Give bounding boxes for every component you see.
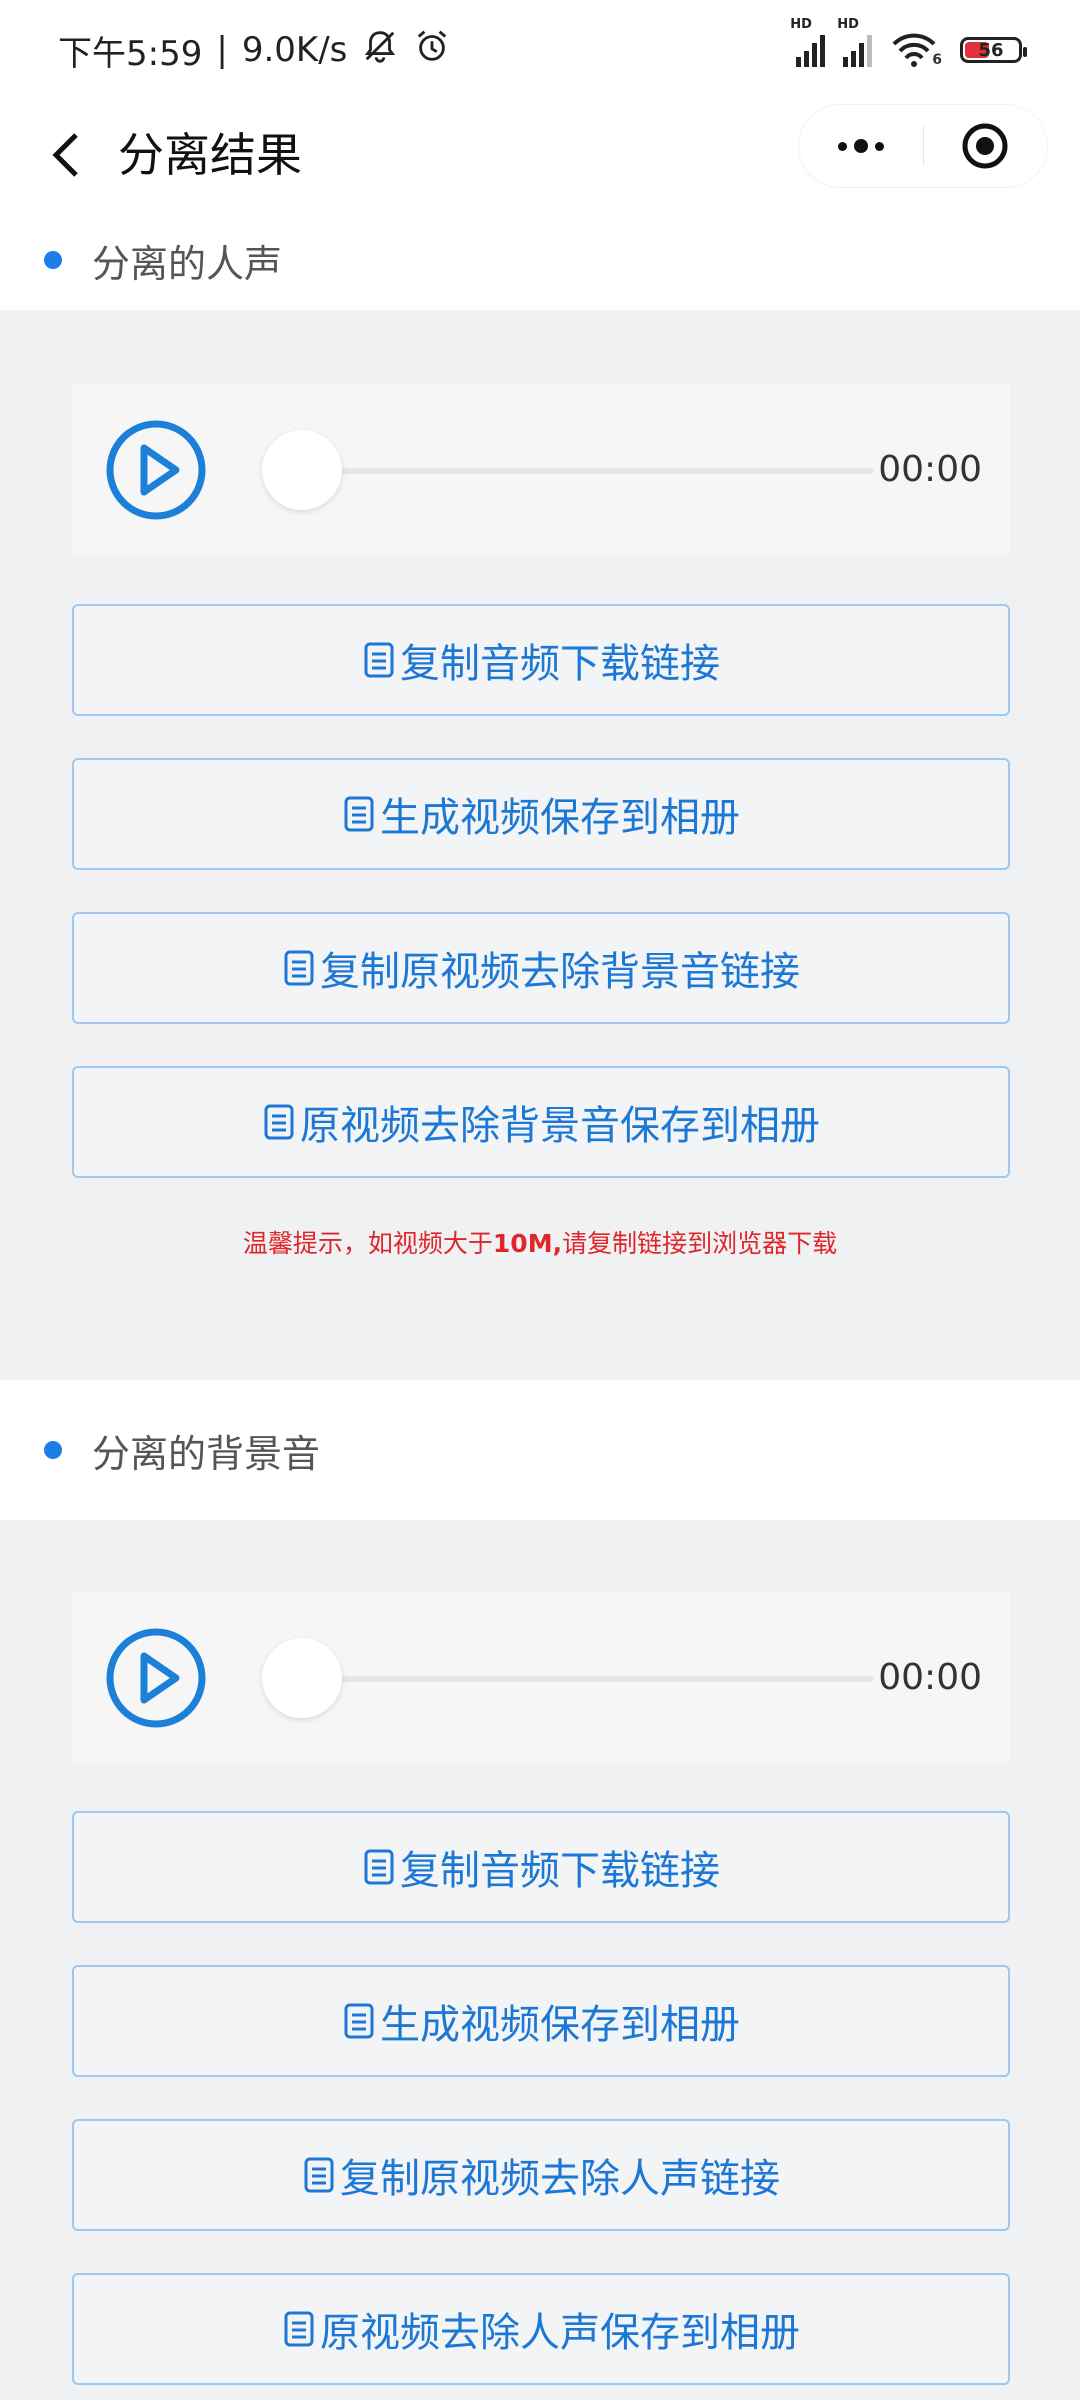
section-header-background: 分离的背景音 bbox=[0, 1380, 1080, 1520]
button-label: 原视频去除背景音保存到相册 bbox=[300, 1103, 820, 1149]
signal2-label: HD bbox=[837, 17, 859, 32]
document-icon bbox=[284, 950, 314, 986]
cellular-signal-icon: HD bbox=[790, 17, 826, 67]
page-title: 分离结果 bbox=[118, 128, 302, 182]
battery-icon: 56 bbox=[960, 37, 1027, 63]
document-icon bbox=[364, 642, 394, 678]
button-label: 生成视频保存到相册 bbox=[380, 2002, 740, 2048]
wifi-icon: 6 bbox=[890, 32, 942, 68]
cellular-signal-icon-2: HD bbox=[837, 17, 873, 67]
target-circle-icon bbox=[962, 123, 1008, 169]
alarm-clock-icon bbox=[413, 27, 451, 74]
status-time: 下午5:59 bbox=[58, 33, 203, 74]
player-time: 00:00 bbox=[878, 1657, 982, 1698]
wifi-label: 6 bbox=[932, 52, 942, 68]
play-circle-icon[interactable] bbox=[104, 418, 208, 522]
download-tip: 温馨提示，如视频大于10M,请复制链接到浏览器下载 bbox=[0, 1224, 1080, 1260]
button-label: 复制音频下载链接 bbox=[400, 641, 720, 687]
nav-bar: 分离结果 bbox=[0, 100, 1080, 210]
section-dot bbox=[44, 1441, 62, 1459]
mini-program-capsule bbox=[798, 104, 1048, 188]
status-left: 下午5:59 | 9.0K/s bbox=[58, 26, 451, 75]
chevron-left-icon bbox=[52, 133, 78, 177]
section-dot bbox=[44, 251, 62, 269]
tip-text-bold: 10M, bbox=[492, 1229, 563, 1258]
copy-no-bgm-link-button[interactable]: 复制原视频去除背景音链接 bbox=[72, 912, 1010, 1024]
button-label: 复制音频下载链接 bbox=[400, 1848, 720, 1894]
bell-muted-icon bbox=[361, 27, 399, 74]
document-icon bbox=[284, 2311, 314, 2347]
progress-track[interactable] bbox=[270, 468, 874, 474]
status-net-speed: 9.0K/s bbox=[241, 30, 348, 70]
audio-player-vocals: 00:00 bbox=[72, 384, 1010, 556]
save-no-bgm-video-button[interactable]: 原视频去除背景音保存到相册 bbox=[72, 1066, 1010, 1178]
status-right: HD HD 6 56 bbox=[790, 17, 1027, 68]
button-label: 生成视频保存到相册 bbox=[380, 795, 740, 841]
button-label: 复制原视频去除背景音链接 bbox=[320, 949, 800, 995]
section-title: 分离的背景音 bbox=[92, 1431, 321, 1476]
tip-text-after: 请复制链接到浏览器下载 bbox=[562, 1229, 838, 1258]
document-icon bbox=[264, 1104, 294, 1140]
status-separator: | bbox=[216, 30, 228, 70]
progress-knob[interactable] bbox=[262, 1638, 342, 1718]
progress-knob[interactable] bbox=[262, 430, 342, 510]
progress-track[interactable] bbox=[270, 1676, 874, 1682]
document-icon bbox=[344, 796, 374, 832]
back-button[interactable] bbox=[36, 120, 96, 190]
copy-audio-link-button-2[interactable]: 复制音频下载链接 bbox=[72, 1811, 1010, 1923]
tip-text-before: 温馨提示，如视频大于 bbox=[242, 1229, 493, 1258]
document-icon bbox=[304, 2157, 334, 2193]
save-video-button-2[interactable]: 生成视频保存到相册 bbox=[72, 1965, 1010, 2077]
button-label: 复制原视频去除人声链接 bbox=[340, 2156, 780, 2202]
page: 下午5:59 | 9.0K/s HD HD 6 56 分离结果 分离的人声 00… bbox=[0, 0, 1080, 2400]
section-title: 分离的人声 bbox=[92, 241, 283, 286]
document-icon bbox=[364, 1849, 394, 1885]
more-button[interactable] bbox=[799, 104, 923, 188]
copy-audio-link-button[interactable]: 复制音频下载链接 bbox=[72, 604, 1010, 716]
battery-level: 56 bbox=[978, 39, 1004, 61]
document-icon bbox=[344, 2003, 374, 2039]
close-button[interactable] bbox=[923, 104, 1047, 188]
more-dots-icon bbox=[837, 139, 884, 153]
play-circle-icon[interactable] bbox=[104, 1626, 208, 1730]
button-label: 原视频去除人声保存到相册 bbox=[320, 2310, 800, 2356]
section-header-vocals: 分离的人声 bbox=[0, 210, 1080, 310]
copy-no-vocals-link-button[interactable]: 复制原视频去除人声链接 bbox=[72, 2119, 1010, 2231]
save-no-vocals-video-button[interactable]: 原视频去除人声保存到相册 bbox=[72, 2273, 1010, 2385]
signal1-label: HD bbox=[790, 17, 812, 32]
player-time: 00:00 bbox=[878, 449, 982, 490]
save-video-button[interactable]: 生成视频保存到相册 bbox=[72, 758, 1010, 870]
audio-player-background: 00:00 bbox=[72, 1592, 1010, 1764]
status-bar: 下午5:59 | 9.0K/s HD HD 6 56 bbox=[0, 0, 1080, 100]
